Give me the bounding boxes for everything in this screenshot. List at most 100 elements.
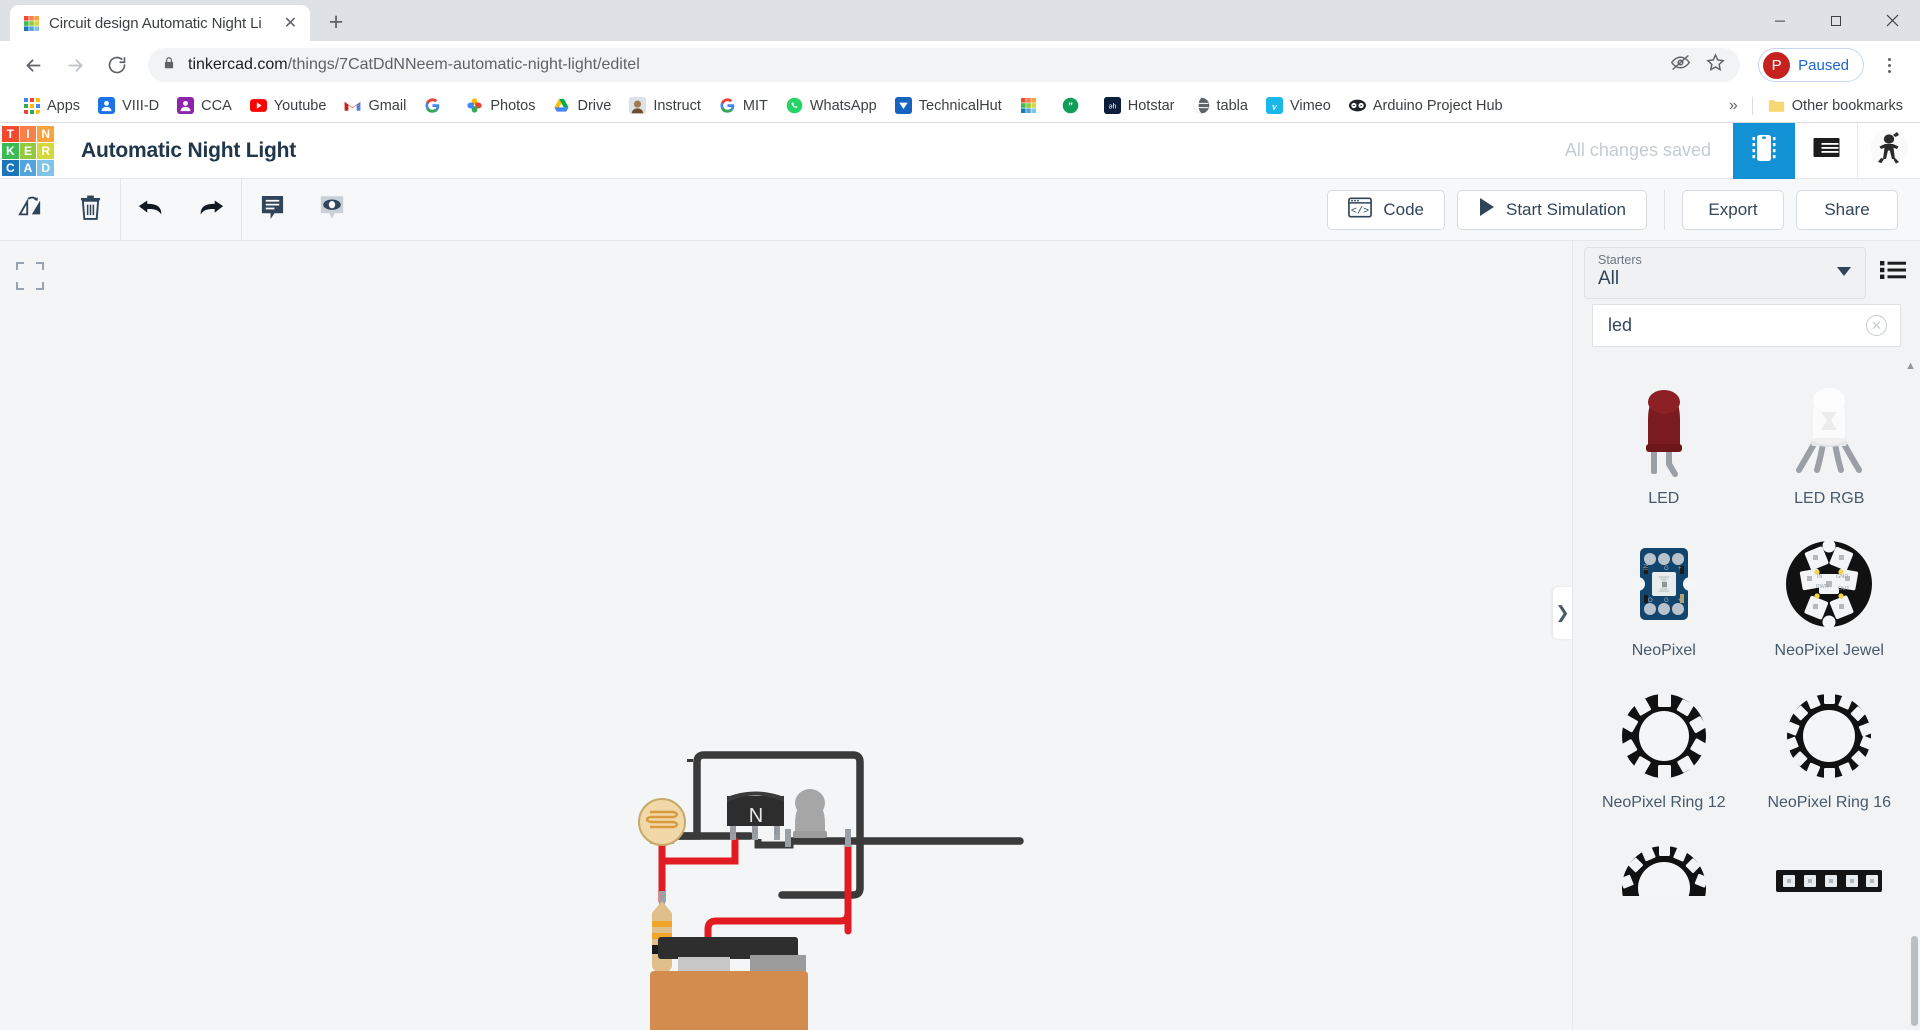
rotate-tool[interactable] — [0, 179, 60, 241]
list-view-button[interactable] — [1795, 123, 1857, 179]
bookmark-technicalhut[interactable]: TechnicalHut — [886, 93, 1011, 119]
redo-tool[interactable] — [181, 179, 241, 241]
svg-text:C: C — [730, 827, 736, 836]
eye-crossed-icon[interactable] — [1670, 52, 1691, 78]
delete-tool[interactable] — [60, 179, 120, 241]
code-label: Code — [1383, 199, 1424, 219]
bookmark-google[interactable] — [415, 93, 457, 119]
visibility-tool[interactable] — [302, 179, 362, 241]
component-neopixel[interactable]: IN G + O G + NeoPixel — [1581, 524, 1747, 670]
undo-tool[interactable] — [121, 179, 181, 241]
svg-text:PWR: PWR — [1816, 584, 1829, 590]
browser-tab[interactable]: Circuit design Automatic Night Li ✕ — [10, 5, 310, 41]
bookmark-quote[interactable]: ” — [1053, 93, 1095, 119]
table-icon — [1813, 137, 1840, 164]
code-button[interactable]: </> Code — [1327, 189, 1445, 230]
list-icon — [1880, 260, 1906, 285]
components-view-button[interactable] — [1733, 122, 1795, 179]
component-neopixel-strip[interactable] — [1747, 828, 1913, 916]
maximize-button[interactable] — [1808, 0, 1864, 41]
reload-button[interactable] — [98, 46, 136, 84]
scroll-up-arrow-icon[interactable]: ▲ — [1905, 360, 1916, 372]
bookmark-apps[interactable]: Apps — [14, 93, 89, 119]
photoresistor-part — [638, 798, 686, 846]
browser-toolbar: tinkercad.com/things/7CatDdNNeem-automat… — [0, 41, 1920, 89]
circuit-canvas[interactable]: N C B E ❯ — [0, 241, 1572, 1030]
bookmark-youtube[interactable]: Youtube — [241, 93, 336, 119]
bookmark-label: MIT — [742, 97, 768, 114]
back-button[interactable] — [14, 46, 52, 84]
bookmarks-bar: Apps VIII-D CCA Youtube Gmail Photos Dri… — [0, 89, 1920, 123]
bookmark-instruct[interactable]: Instruct — [620, 93, 710, 119]
svg-text:G: G — [1664, 566, 1669, 572]
component-led[interactable]: LED — [1581, 372, 1747, 518]
clear-search-icon[interactable]: ✕ — [1866, 315, 1887, 336]
bookmark-vimeo[interactable]: v Vimeo — [1257, 93, 1340, 119]
app-header: T I N K E R C A D Automatic Night Light … — [0, 122, 1920, 179]
page-title[interactable]: Automatic Night Light — [81, 139, 296, 163]
logo-tile: E — [19, 142, 37, 159]
close-window-button[interactable] — [1864, 0, 1920, 41]
bookmark-arduino-project-hub[interactable]: Arduino Project Hub — [1340, 93, 1512, 119]
bookmark-hotstar[interactable]: әh Hotstar — [1095, 93, 1184, 119]
component-led-rgb[interactable]: LED RGB — [1747, 372, 1913, 518]
google-photos-icon — [466, 97, 483, 114]
component-neopixel-ring-12[interactable]: NeoPixel Ring 12 — [1581, 676, 1747, 822]
bookmark-drive[interactable]: Drive — [544, 93, 620, 119]
bookmarks-overflow-button[interactable]: » — [1721, 97, 1746, 115]
logo-tile: K — [2, 142, 19, 159]
editor-toolbar: </> Code Start Simulation Export Share — [0, 178, 1920, 241]
contacts-icon — [177, 97, 195, 114]
notes-tool[interactable] — [242, 179, 302, 241]
other-bookmarks-button[interactable]: Other bookmarks — [1759, 93, 1912, 119]
svg-text:G: G — [1664, 598, 1669, 604]
export-button[interactable]: Export — [1682, 189, 1784, 230]
start-simulation-button[interactable]: Start Simulation — [1457, 189, 1647, 230]
panel-scrollbar[interactable] — [1911, 936, 1918, 1026]
circuit-diagram[interactable]: N C B E — [0, 241, 1572, 1030]
panel-toggle-button[interactable]: ❯ — [1553, 587, 1572, 639]
starters-dropdown[interactable]: Starters All — [1584, 246, 1866, 299]
note-icon — [260, 194, 285, 226]
bookmark-tabla[interactable]: tabla — [1184, 93, 1257, 119]
component-label: NeoPixel Ring 12 — [1601, 794, 1726, 811]
components-grid-scroll[interactable]: ▲ LED LED RGB IN G + O G + NeoPixel IN G… — [1573, 358, 1920, 1030]
bookmark-cca[interactable]: CCA — [168, 93, 241, 119]
bookmark-photos[interactable]: Photos — [457, 93, 544, 119]
bookmark-star-icon[interactable] — [1705, 52, 1726, 78]
bookmark-tinkercad[interactable] — [1011, 93, 1053, 119]
whatsapp-icon — [786, 97, 803, 114]
search-input[interactable] — [1606, 314, 1866, 337]
window-controls — [1752, 0, 1920, 41]
new-tab-button[interactable]: + — [319, 5, 353, 39]
bookmark-viii-d[interactable]: VIII-D — [89, 93, 168, 119]
logo-tile: N — [37, 125, 54, 142]
minimize-button[interactable] — [1752, 0, 1808, 41]
forward-button[interactable] — [56, 46, 94, 84]
profile-status-label: Paused — [1798, 56, 1849, 74]
youtube-icon — [249, 97, 267, 114]
address-bar[interactable]: tinkercad.com/things/7CatDdNNeem-automat… — [148, 48, 1741, 82]
component-neopixel-ring-partial[interactable] — [1581, 828, 1747, 916]
eye-icon — [318, 194, 346, 226]
bookmark-whatsapp[interactable]: WhatsApp — [777, 93, 886, 119]
components-list-view-button[interactable] — [1866, 260, 1920, 285]
component-neopixel-jewel[interactable]: IN GND PWR OUT NeoPixel Jewel — [1747, 524, 1913, 670]
led-rgb-icon — [1788, 384, 1870, 480]
component-label: LED RGB — [1794, 490, 1865, 507]
search-box[interactable]: ✕ — [1592, 304, 1901, 347]
google-g-icon — [719, 97, 736, 114]
tinkercad-logo[interactable]: T I N K E R C A D — [2, 125, 54, 176]
profile-button[interactable]: P Paused — [1758, 48, 1864, 82]
svg-text:</>: </> — [1351, 205, 1369, 217]
svg-text:+: + — [1678, 566, 1682, 572]
close-icon[interactable]: ✕ — [281, 14, 300, 33]
bookmark-gmail[interactable]: Gmail — [335, 93, 415, 119]
svg-text:+: + — [1678, 598, 1682, 604]
user-avatar-button[interactable] — [1858, 123, 1920, 179]
bookmark-mit[interactable]: MIT — [710, 93, 777, 119]
chrome-menu-button[interactable] — [1872, 48, 1906, 82]
component-neopixel-ring-16[interactable]: NeoPixel Ring 16 — [1747, 676, 1913, 822]
component-label: LED — [1648, 490, 1680, 507]
share-button[interactable]: Share — [1796, 189, 1898, 230]
